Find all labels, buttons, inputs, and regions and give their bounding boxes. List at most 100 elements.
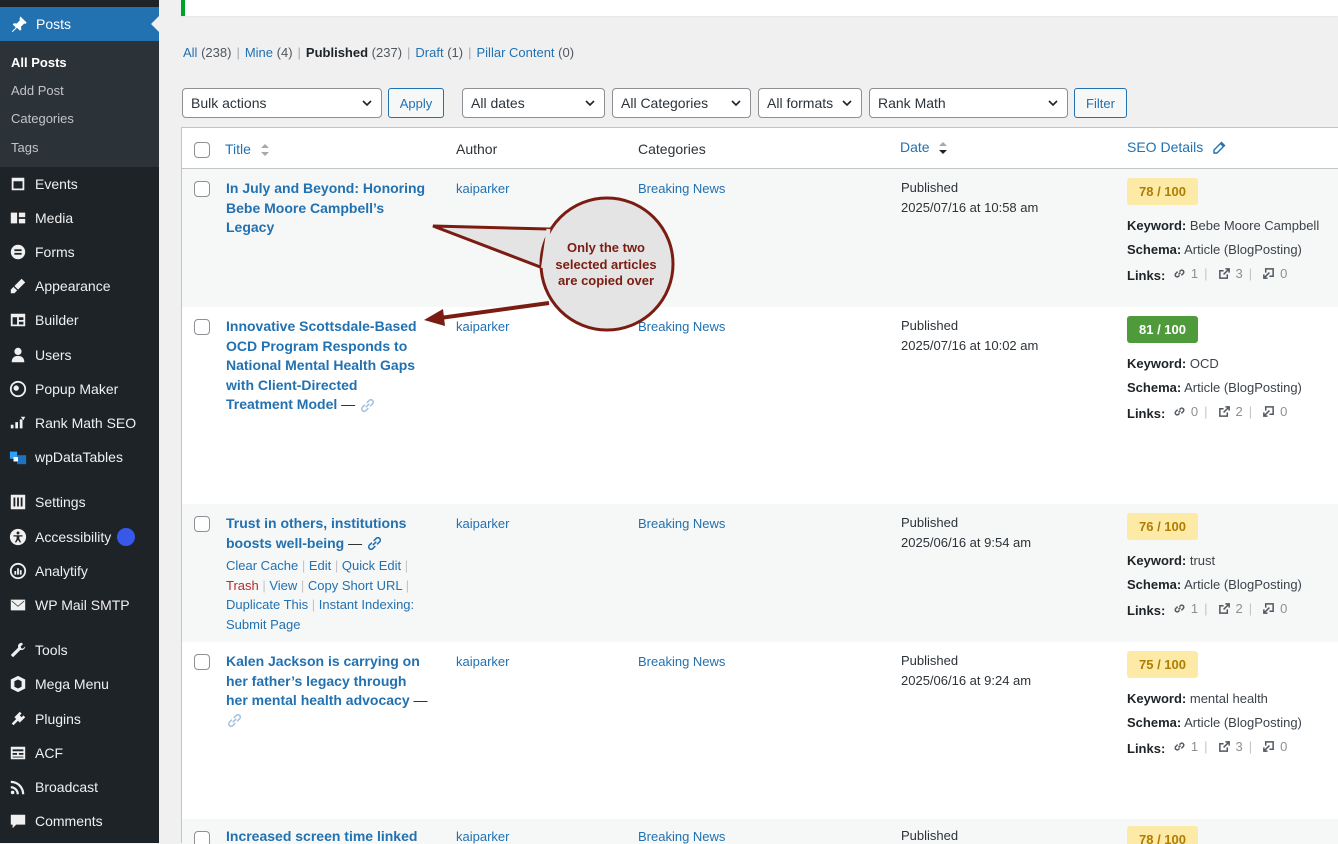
post-title-link[interactable]: Trust in others, institutions boosts wel… (226, 514, 432, 553)
filter-button[interactable]: Filter (1074, 88, 1127, 118)
plugin-plug-icon (8, 709, 28, 729)
author-link[interactable]: kaiparker (456, 516, 509, 531)
submenu-all-posts[interactable]: All Posts (11, 55, 67, 70)
sidebar-item-users[interactable]: Users (8, 345, 72, 365)
row-checkbox[interactable] (194, 181, 210, 197)
category-link[interactable]: Breaking News (638, 181, 725, 196)
title-line: Innovative Scottsdale-Based (226, 318, 417, 334)
title-line: Trust in others, institutions (226, 515, 407, 531)
schema-value: Article (BlogPosting) (1184, 380, 1302, 395)
sidebar-item-wp-mail-smtp[interactable]: WP Mail SMTP (8, 595, 130, 615)
admin-notice (181, 0, 1338, 16)
sidebar-item-wpdatatables[interactable]: wpDataTables (8, 447, 123, 467)
incoming-link-count: 0 (1280, 404, 1288, 419)
quick-edit-link[interactable]: Quick Edit (342, 558, 401, 573)
bulk-actions-select[interactable]: Bulk actions (182, 88, 382, 118)
sidebar-item-media[interactable]: Media (8, 208, 73, 228)
row-checkbox[interactable] (194, 654, 210, 670)
title-dash: — (413, 692, 428, 708)
submenu-add-post[interactable]: Add Post (11, 83, 64, 98)
view-published-current[interactable]: Published (306, 45, 368, 60)
category-link[interactable]: Breaking News (638, 829, 725, 844)
view-all-link[interactable]: All (183, 45, 197, 60)
sidebar-item-label: Popup Maker (35, 381, 119, 397)
sidebar-item-acf[interactable]: ACF (8, 743, 63, 763)
submit-page-label: Submit Page (226, 616, 301, 632)
apply-button[interactable]: Apply (388, 88, 444, 118)
trash-link[interactable]: Trash (226, 578, 259, 593)
post-title-link[interactable]: Increased screen time linked (226, 827, 432, 844)
clear-cache-link[interactable]: Clear Cache (226, 558, 298, 573)
view-draft-link[interactable]: Draft (415, 45, 443, 60)
sidebar-item-label: Settings (35, 494, 86, 510)
sidebar-item-analytify[interactable]: Analytify (8, 561, 88, 581)
post-status: Published (901, 180, 959, 195)
submenu-categories[interactable]: Categories (11, 111, 74, 126)
incoming-link-icon (1263, 603, 1275, 614)
seo-score-badge[interactable]: 76 / 100 (1127, 513, 1198, 540)
author-link[interactable]: kaiparker (456, 829, 509, 844)
external-link-count: 3 (1235, 739, 1243, 754)
sidebar-item-accessibility[interactable]: Accessibility (8, 527, 136, 547)
select-value: All dates (471, 95, 525, 111)
analytify-icon (8, 561, 28, 581)
edit-link[interactable]: Edit (309, 558, 331, 573)
settings-sliders-icon (8, 492, 28, 512)
title-line: Increased screen time linked (226, 828, 418, 844)
category-filter-select[interactable]: All Categories (612, 88, 751, 118)
sidebar-item-plugins[interactable]: Plugins (8, 709, 81, 729)
sidebar-item-popup-maker[interactable]: Popup Maker (8, 379, 118, 399)
sidebar-item-builder[interactable]: Builder (8, 310, 79, 330)
sidebar-item-events[interactable]: Events (8, 174, 78, 194)
category-link[interactable]: Breaking News (638, 319, 725, 334)
copy-short-url-link[interactable]: Copy Short URL (308, 578, 402, 593)
view-pillar-content-link[interactable]: Pillar Content (477, 45, 555, 60)
seo-score-badge[interactable]: 78 / 100 (1127, 826, 1198, 844)
seo-score-badge[interactable]: 78 / 100 (1127, 178, 1198, 205)
table-row: Innovative Scottsdale-Based OCD Program … (182, 307, 1338, 504)
rank-math-icon (8, 413, 28, 433)
duplicate-link[interactable]: Duplicate This (226, 597, 308, 612)
column-title-sort[interactable]: Title (225, 141, 270, 157)
row-checkbox[interactable] (194, 319, 210, 335)
sidebar-item-settings[interactable]: Settings (8, 492, 86, 512)
seo-schema: Schema: Article (BlogPosting) (1127, 380, 1302, 395)
select-all-checkbox[interactable] (194, 142, 210, 158)
sidebar-item-appearance[interactable]: Appearance (8, 276, 111, 296)
sidebar-item-tools[interactable]: Tools (8, 640, 68, 660)
table-row: In July and Beyond: Honoring Bebe Moore … (182, 169, 1338, 307)
seo-score-badge[interactable]: 75 / 100 (1127, 651, 1198, 678)
sidebar-item-comments[interactable]: Comments (8, 811, 103, 831)
author-link[interactable]: kaiparker (456, 319, 509, 334)
sidebar-item-forms[interactable]: Forms (8, 242, 75, 262)
seo-score-badge[interactable]: 81 / 100 (1127, 316, 1198, 343)
author-link[interactable]: kaiparker (456, 181, 509, 196)
sidebar-item-posts[interactable]: Posts (0, 7, 159, 41)
field-label: Keyword: (1127, 553, 1187, 568)
sidebar-item-mega-menu[interactable]: Mega Menu (8, 674, 109, 694)
external-link-icon (1218, 603, 1230, 614)
rank-math-filter-select[interactable]: Rank Math (869, 88, 1068, 118)
permalink-chain-icon[interactable] (366, 535, 383, 552)
sidebar-item-rank-math-seo[interactable]: Rank Math SEO (8, 413, 136, 433)
date-filter-select[interactable]: All dates (462, 88, 605, 118)
sidebar-item-broadcast[interactable]: Broadcast (8, 777, 98, 797)
category-link[interactable]: Breaking News (638, 654, 725, 669)
post-title-link[interactable]: Innovative Scottsdale-Based OCD Program … (226, 317, 432, 415)
submenu-tags[interactable]: Tags (11, 140, 38, 155)
author-link[interactable]: kaiparker (456, 654, 509, 669)
category-link[interactable]: Breaking News (638, 516, 725, 531)
column-date-sort[interactable]: Date (900, 139, 948, 155)
format-filter-select[interactable]: All formats (758, 88, 862, 118)
post-title-link[interactable]: In July and Beyond: Honoring Bebe Moore … (226, 179, 432, 238)
sidebar-item-label: Users (35, 347, 72, 363)
post-datetime: 2025/07/16 at 10:58 am (901, 199, 1039, 215)
internal-link-icon (1174, 407, 1185, 416)
row-checkbox[interactable] (194, 831, 210, 844)
column-seo-details[interactable]: SEO Details (1127, 139, 1226, 155)
post-title-link[interactable]: Kalen Jackson is carrying on her father’… (226, 652, 432, 730)
view-mine-link[interactable]: Mine (245, 45, 273, 60)
row-checkbox[interactable] (194, 516, 210, 532)
title-dash: — (341, 396, 356, 412)
view-link[interactable]: View (269, 578, 297, 593)
